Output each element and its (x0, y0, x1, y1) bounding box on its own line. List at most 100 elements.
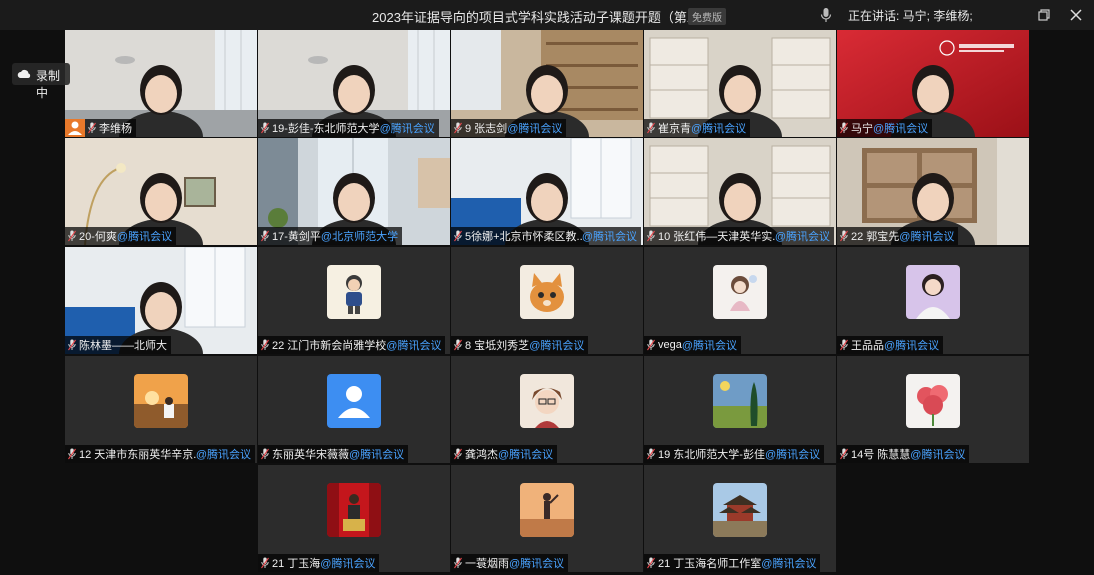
participant-source-suffix: @腾讯会议 (349, 449, 405, 461)
microphone-muted-icon (68, 230, 76, 242)
participant-tile[interactable]: 一蓑烟雨 @腾讯会议 (451, 465, 643, 572)
participant-tile[interactable]: 8 宝坻刘秀芝 @腾讯会议 (451, 247, 643, 354)
participant-name-bar: 崔京青 @腾讯会议 (644, 119, 751, 137)
participant-tile[interactable]: 东丽英华宋薇薇 @腾讯会议 (258, 356, 450, 463)
participant-source-suffix: @腾讯会议 (691, 123, 747, 135)
meeting-title: 2023年证据导向的项目式学科实践活动子课题开题（第二组） (372, 10, 726, 25)
participant-source-suffix: @腾讯会议 (498, 449, 554, 461)
participant-name-bar: 5徐娜+北京市怀柔区教... @腾讯会议 (451, 227, 641, 245)
recording-label: 录制中 (36, 69, 61, 100)
participant-name: 5徐娜+北京市怀柔区教... (465, 231, 582, 243)
close-icon[interactable] (1066, 5, 1086, 25)
participant-name: 17-黄剑平 (272, 231, 321, 243)
participant-tile[interactable]: 17-黄剑平 @北京师范大学 (258, 138, 450, 245)
participant-name-bar: 19 东北师范大学-彭佳 @腾讯会议 (644, 445, 825, 463)
microphone-icon[interactable] (820, 7, 832, 23)
participant-tile[interactable]: 9 张志剑 @腾讯会议 (451, 30, 643, 137)
recording-indicator[interactable]: 录制中 (12, 63, 70, 100)
participant-tile[interactable]: 19-彭佳-东北师范大学 @腾讯会议 (258, 30, 450, 137)
participant-source-suffix: @腾讯会议 (529, 340, 585, 352)
participant-tile[interactable]: 李维杨 (65, 30, 257, 137)
default-user-avatar (327, 374, 381, 428)
participant-name: 21 丁玉海名师工作室 (658, 558, 762, 570)
palace-avatar (713, 483, 767, 537)
participant-tile[interactable]: 12 天津市东丽英华辛京... @腾讯会议 (65, 356, 257, 463)
participant-source-suffix: @腾讯会议 (507, 123, 563, 135)
participant-tile[interactable]: 22 郭宝先 @腾讯会议 (837, 138, 1029, 245)
participant-tile[interactable]: 22 江门市新会尚雅学校 @腾讯会议 (258, 247, 450, 354)
microphone-muted-icon (454, 448, 462, 460)
participant-tile[interactable]: 21 丁玉海名师工作室 @腾讯会议 (644, 465, 836, 572)
participant-name: 9 张志剑 (465, 123, 508, 135)
participant-tile[interactable]: 龚鸿杰 @腾讯会议 (451, 356, 643, 463)
cat-avatar (520, 265, 574, 319)
participant-name: 8 宝坻刘秀芝 (465, 340, 530, 352)
microphone-muted-icon (261, 230, 269, 242)
participant-name: 22 江门市新会尚雅学校 (272, 340, 387, 352)
participant-tile[interactable]: 王品品 @腾讯会议 (837, 247, 1029, 354)
participant-source-suffix: @腾讯会议 (116, 231, 173, 243)
participant-tile[interactable]: 崔京青 @腾讯会议 (644, 30, 836, 137)
participant-source-suffix: @腾讯会议 (764, 449, 821, 461)
microphone-muted-icon (454, 557, 462, 569)
participant-name-bar: 王品品 @腾讯会议 (837, 336, 944, 354)
participant-tile[interactable]: 21 丁玉海 @腾讯会议 (258, 465, 450, 572)
microphone-muted-icon (840, 230, 848, 242)
participant-name-bar: 21 丁玉海 @腾讯会议 (258, 554, 380, 572)
microphone-muted-icon (88, 122, 96, 134)
participant-tile[interactable]: 20-何爽 @腾讯会议 (65, 138, 257, 245)
participant-name-bar: 8 宝坻刘秀芝 @腾讯会议 (451, 336, 589, 354)
participant-name: 21 丁玉海 (272, 558, 321, 570)
participant-name: 12 天津市东丽英华辛京... (79, 449, 196, 461)
participant-name-bar: 17-黄剑平 @北京师范大学 (258, 227, 403, 245)
participant-source-suffix: @腾讯会议 (195, 449, 251, 461)
host-user-icon (65, 119, 85, 137)
participant-name-bar: 14号 陈慧慧 @腾讯会议 (837, 445, 970, 463)
anime-boy-avatar (520, 374, 574, 428)
girl-drawing-avatar (713, 265, 767, 319)
microphone-muted-icon (840, 448, 848, 460)
participant-tile[interactable]: vega @腾讯会议 (644, 247, 836, 354)
participant-tile[interactable]: 19 东北师范大学-彭佳 @腾讯会议 (644, 356, 836, 463)
participant-name-bar: 10 张红伟—天津英华实... @腾讯会议 (644, 227, 834, 245)
participant-source-suffix: @腾讯会议 (320, 558, 376, 570)
microphone-muted-icon (647, 122, 655, 134)
participant-name-bar: 22 江门市新会尚雅学校 @腾讯会议 (258, 336, 446, 354)
participant-source-suffix: @腾讯会议 (910, 449, 966, 461)
participant-name-bar: 20-何爽 @腾讯会议 (65, 227, 177, 245)
microphone-muted-icon (68, 448, 76, 460)
speaker-stage-avatar (327, 483, 381, 537)
participant-source-suffix: @腾讯会议 (581, 231, 637, 243)
participant-name-bar: 李维杨 (85, 119, 136, 137)
microphone-muted-icon (261, 339, 269, 351)
participant-name: 19-彭佳-东北师范大学 (272, 123, 380, 135)
microphone-muted-icon (68, 339, 76, 351)
restore-window-icon[interactable] (1034, 5, 1054, 25)
participant-name: 14号 陈慧慧 (851, 449, 911, 461)
participant-tile[interactable]: 14号 陈慧慧 @腾讯会议 (837, 356, 1029, 463)
participant-name-bar: 马宁 @腾讯会议 (837, 119, 933, 137)
participant-source-suffix: @腾讯会议 (774, 231, 830, 243)
participant-tile[interactable]: 马宁 @腾讯会议 (837, 30, 1029, 137)
participant-source-suffix: @腾讯会议 (379, 123, 435, 135)
participant-name: 马宁 (851, 123, 873, 135)
participant-name-bar: 东丽英华宋薇薇 @腾讯会议 (258, 445, 409, 463)
participant-name-bar: 9 张志剑 @腾讯会议 (451, 119, 567, 137)
participant-name: 22 郭宝先 (851, 231, 900, 243)
microphone-muted-icon (454, 122, 462, 134)
participant-tile[interactable]: 5徐娜+北京市怀柔区教... @腾讯会议 (451, 138, 643, 245)
participant-name: 陈林墨——北师大 (79, 340, 167, 352)
free-version-badge[interactable]: 免费版 (688, 8, 726, 25)
participant-name: 东丽英华宋薇薇 (272, 449, 349, 461)
participant-tile[interactable]: 陈林墨——北师大 (65, 247, 257, 354)
microphone-muted-icon (840, 339, 848, 351)
participant-source-suffix: @腾讯会议 (509, 558, 565, 570)
participant-source-suffix: @腾讯会议 (681, 340, 738, 352)
participant-name: 崔京青 (658, 123, 691, 135)
participant-name-bar: 21 丁玉海名师工作室 @腾讯会议 (644, 554, 821, 572)
participant-source-suffix: @腾讯会议 (899, 231, 955, 243)
painting-avatar (713, 374, 767, 428)
participant-source-suffix: @腾讯会议 (386, 340, 442, 352)
participant-tile[interactable]: 10 张红伟—天津英华实... @腾讯会议 (644, 138, 836, 245)
participant-name: 一蓑烟雨 (465, 558, 509, 570)
